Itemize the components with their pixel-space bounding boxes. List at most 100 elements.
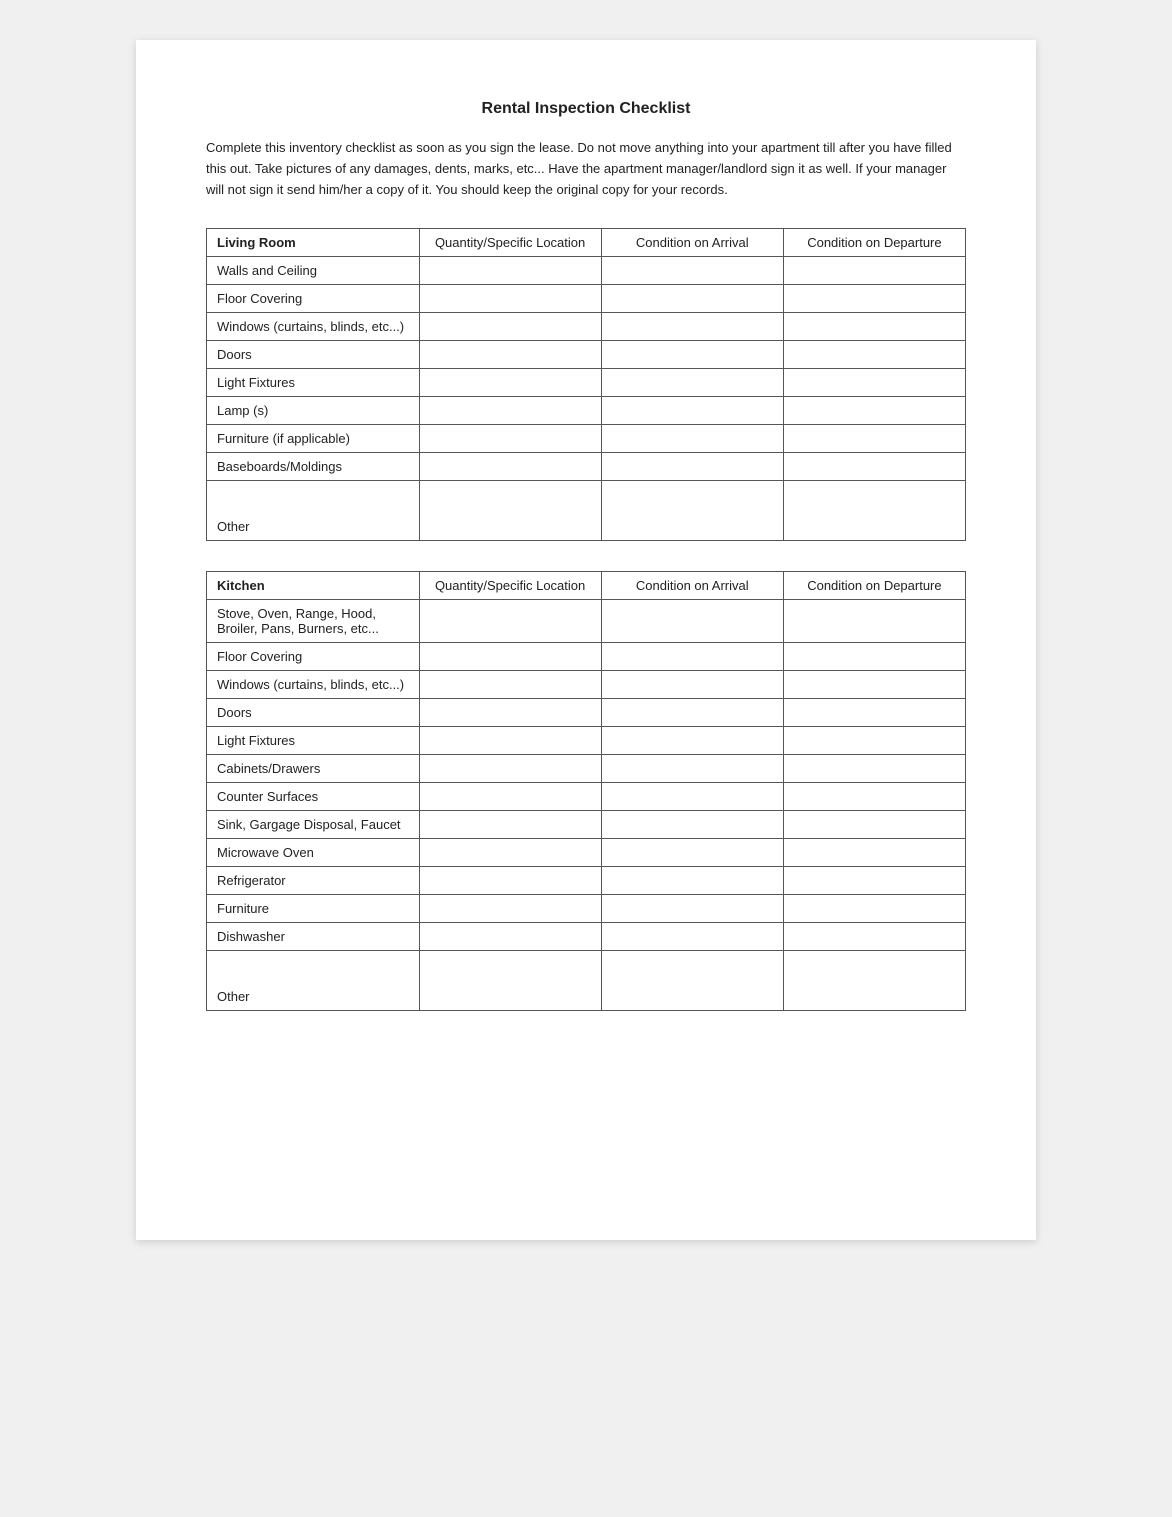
row-departure[interactable] — [783, 839, 965, 867]
row-qty[interactable] — [419, 951, 601, 1011]
row-qty[interactable] — [419, 453, 601, 481]
row-arrival[interactable] — [601, 341, 783, 369]
table-row: Cabinets/Drawers — [207, 755, 966, 783]
row-qty[interactable] — [419, 867, 601, 895]
row-qty[interactable] — [419, 839, 601, 867]
row-qty[interactable] — [419, 811, 601, 839]
table-row: Counter Surfaces — [207, 783, 966, 811]
table-row: Refrigerator — [207, 867, 966, 895]
row-departure[interactable] — [783, 285, 965, 313]
row-departure[interactable] — [783, 699, 965, 727]
row-label: Doors — [207, 699, 420, 727]
row-qty[interactable] — [419, 671, 601, 699]
row-departure[interactable] — [783, 341, 965, 369]
row-qty[interactable] — [419, 257, 601, 285]
row-arrival[interactable] — [601, 425, 783, 453]
row-departure[interactable] — [783, 600, 965, 643]
row-arrival[interactable] — [601, 867, 783, 895]
row-arrival[interactable] — [601, 285, 783, 313]
row-label: Baseboards/Moldings — [207, 453, 420, 481]
row-label: Floor Covering — [207, 643, 420, 671]
row-departure[interactable] — [783, 643, 965, 671]
row-arrival[interactable] — [601, 257, 783, 285]
row-label: Windows (curtains, blinds, etc...) — [207, 671, 420, 699]
row-arrival[interactable] — [601, 397, 783, 425]
row-arrival[interactable] — [601, 313, 783, 341]
table-row: Dishwasher — [207, 923, 966, 951]
row-arrival[interactable] — [601, 481, 783, 541]
row-label: Dishwasher — [207, 923, 420, 951]
table-row: Stove, Oven, Range, Hood, Broiler, Pans,… — [207, 600, 966, 643]
row-arrival[interactable] — [601, 369, 783, 397]
table-row: Floor Covering — [207, 285, 966, 313]
living-room-section: Living Room Quantity/Specific Location C… — [206, 228, 966, 541]
row-departure[interactable] — [783, 923, 965, 951]
page-title: Rental Inspection Checklist — [206, 100, 966, 118]
living-room-body: Walls and Ceiling Floor Covering Windows… — [207, 257, 966, 541]
living-room-table: Living Room Quantity/Specific Location C… — [206, 228, 966, 541]
kitchen-qty-header: Quantity/Specific Location — [419, 572, 601, 600]
row-qty[interactable] — [419, 313, 601, 341]
row-arrival[interactable] — [601, 839, 783, 867]
row-qty[interactable] — [419, 369, 601, 397]
row-departure[interactable] — [783, 313, 965, 341]
row-departure[interactable] — [783, 453, 965, 481]
row-departure[interactable] — [783, 397, 965, 425]
row-qty[interactable] — [419, 643, 601, 671]
row-qty[interactable] — [419, 397, 601, 425]
row-arrival[interactable] — [601, 699, 783, 727]
row-departure[interactable] — [783, 425, 965, 453]
table-row: Light Fixtures — [207, 369, 966, 397]
row-departure[interactable] — [783, 895, 965, 923]
row-qty[interactable] — [419, 727, 601, 755]
row-arrival[interactable] — [601, 643, 783, 671]
row-qty[interactable] — [419, 755, 601, 783]
living-room-arrival-header: Condition on Arrival — [601, 229, 783, 257]
row-arrival[interactable] — [601, 811, 783, 839]
table-row: Furniture (if applicable) — [207, 425, 966, 453]
row-arrival[interactable] — [601, 895, 783, 923]
row-departure[interactable] — [783, 671, 965, 699]
row-arrival[interactable] — [601, 923, 783, 951]
table-row: Doors — [207, 341, 966, 369]
row-label: Sink, Gargage Disposal, Faucet — [207, 811, 420, 839]
row-arrival[interactable] — [601, 727, 783, 755]
living-room-section-label: Living Room — [207, 229, 420, 257]
row-departure[interactable] — [783, 369, 965, 397]
table-row: Other — [207, 481, 966, 541]
row-departure[interactable] — [783, 867, 965, 895]
row-departure[interactable] — [783, 783, 965, 811]
row-arrival[interactable] — [601, 783, 783, 811]
row-label: Microwave Oven — [207, 839, 420, 867]
row-departure[interactable] — [783, 727, 965, 755]
table-row: Lamp (s) — [207, 397, 966, 425]
table-row: Light Fixtures — [207, 727, 966, 755]
row-arrival[interactable] — [601, 755, 783, 783]
row-departure[interactable] — [783, 755, 965, 783]
row-arrival[interactable] — [601, 600, 783, 643]
row-qty[interactable] — [419, 600, 601, 643]
table-row: Baseboards/Moldings — [207, 453, 966, 481]
row-qty[interactable] — [419, 699, 601, 727]
row-departure[interactable] — [783, 257, 965, 285]
row-label: Other — [207, 951, 420, 1011]
row-arrival[interactable] — [601, 671, 783, 699]
row-arrival[interactable] — [601, 453, 783, 481]
row-qty[interactable] — [419, 481, 601, 541]
row-label: Stove, Oven, Range, Hood, Broiler, Pans,… — [207, 600, 420, 643]
table-row: Windows (curtains, blinds, etc...) — [207, 671, 966, 699]
row-label: Windows (curtains, blinds, etc...) — [207, 313, 420, 341]
row-qty[interactable] — [419, 341, 601, 369]
row-arrival[interactable] — [601, 951, 783, 1011]
row-label: Light Fixtures — [207, 727, 420, 755]
kitchen-body: Stove, Oven, Range, Hood, Broiler, Pans,… — [207, 600, 966, 1011]
row-qty[interactable] — [419, 285, 601, 313]
row-departure[interactable] — [783, 951, 965, 1011]
row-departure[interactable] — [783, 811, 965, 839]
kitchen-section-label: Kitchen — [207, 572, 420, 600]
row-qty[interactable] — [419, 783, 601, 811]
row-qty[interactable] — [419, 425, 601, 453]
row-departure[interactable] — [783, 481, 965, 541]
row-qty[interactable] — [419, 895, 601, 923]
row-qty[interactable] — [419, 923, 601, 951]
